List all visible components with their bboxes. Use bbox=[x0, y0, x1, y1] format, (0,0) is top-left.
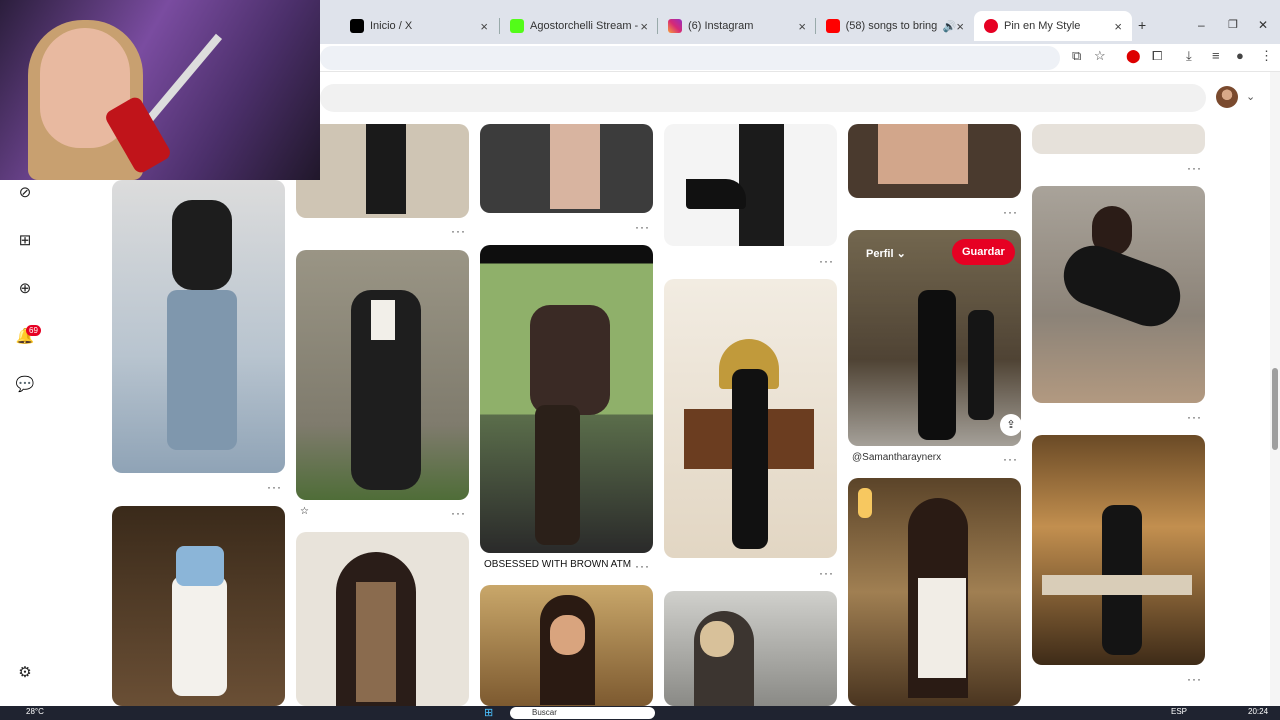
pin-image[interactable] bbox=[480, 124, 653, 213]
tab-youtube[interactable]: (58) songs to bring the bac 🔊 × bbox=[816, 11, 974, 41]
more-options-icon[interactable]: ··· bbox=[451, 224, 466, 238]
left-nav-rail: ⊘ ⊞ ⊕ 🔔 💬 ⚙ bbox=[0, 124, 50, 706]
more-options-icon[interactable]: ··· bbox=[267, 480, 282, 494]
tab-title: Inicio / X bbox=[370, 20, 413, 32]
board-label: Perfil bbox=[866, 248, 894, 260]
more-options-icon[interactable]: ··· bbox=[1187, 410, 1202, 424]
tab-x[interactable]: Inicio / X × bbox=[340, 11, 498, 41]
pin-image[interactable] bbox=[848, 478, 1021, 706]
pin-image[interactable] bbox=[848, 124, 1021, 198]
close-icon[interactable]: × bbox=[1114, 19, 1122, 34]
clock[interactable]: 20:24 bbox=[1248, 707, 1268, 716]
tab-pinterest[interactable]: Pin en My Style × bbox=[974, 11, 1132, 41]
pin-image[interactable] bbox=[296, 532, 469, 706]
scrollbar-thumb[interactable] bbox=[1272, 368, 1278, 450]
kick-logo-icon bbox=[510, 19, 524, 33]
install-app-icon[interactable]: ⧉ bbox=[1072, 48, 1081, 64]
new-tab-button[interactable]: + bbox=[1138, 17, 1146, 33]
pin-image[interactable] bbox=[112, 506, 285, 706]
more-options-icon[interactable]: ··· bbox=[1003, 205, 1018, 219]
pin-caption-star: ☆ bbox=[300, 506, 309, 517]
more-options-icon[interactable]: ··· bbox=[819, 566, 834, 580]
more-options-icon[interactable]: ··· bbox=[1187, 161, 1202, 175]
chevron-down-icon: ⌄ bbox=[896, 248, 906, 260]
minimize-button[interactable]: – bbox=[1198, 18, 1205, 32]
create-plus-icon[interactable]: ⊕ bbox=[14, 278, 36, 300]
more-options-icon[interactable]: ··· bbox=[819, 254, 834, 268]
pin-caption: OBSESSED WITH BROWN ATM bbox=[484, 559, 632, 570]
pin-image[interactable] bbox=[296, 250, 469, 500]
close-icon[interactable]: × bbox=[480, 19, 488, 34]
bookmark-star-icon[interactable]: ☆ bbox=[1094, 48, 1106, 64]
language-indicator[interactable]: ESP bbox=[1171, 707, 1187, 716]
windows-taskbar: 28°C ⊞ Buscar ESP 20:24 bbox=[0, 706, 1280, 720]
search-input[interactable] bbox=[320, 84, 1206, 112]
weather-temp: 28°C bbox=[26, 707, 44, 716]
boards-icon[interactable]: ⊞ bbox=[14, 230, 36, 252]
pin-image[interactable] bbox=[1032, 124, 1205, 154]
tab-title: (58) songs to bring the bac bbox=[845, 20, 939, 32]
download-icon[interactable]: ⤓ bbox=[1186, 48, 1192, 64]
more-options-icon[interactable]: ··· bbox=[451, 506, 466, 520]
share-icon[interactable]: ⇪ bbox=[1000, 414, 1021, 436]
tab-title: (6) Instagram bbox=[688, 20, 754, 32]
notification-badge: 69 bbox=[26, 325, 41, 336]
windows-start-icon[interactable]: ⊞ bbox=[484, 706, 493, 719]
pin-image[interactable] bbox=[664, 591, 837, 706]
instagram-logo-icon bbox=[668, 19, 682, 33]
tab-instagram[interactable]: (6) Instagram × bbox=[658, 11, 816, 41]
adblock-icon[interactable]: ⬤ bbox=[1126, 48, 1141, 64]
close-icon[interactable]: × bbox=[956, 19, 964, 34]
pin-image[interactable] bbox=[664, 279, 837, 558]
address-bar[interactable] bbox=[320, 46, 1060, 70]
more-options-icon[interactable]: ··· bbox=[635, 220, 650, 234]
profile-icon[interactable]: ● bbox=[1236, 48, 1244, 63]
pin-image[interactable] bbox=[480, 585, 653, 706]
messages-icon[interactable]: 💬 bbox=[14, 374, 36, 396]
explore-compass-icon[interactable]: ⊘ bbox=[14, 182, 36, 204]
more-options-icon[interactable]: ··· bbox=[1003, 452, 1018, 466]
pin-image[interactable] bbox=[296, 124, 469, 218]
save-button[interactable]: Guardar bbox=[952, 239, 1015, 265]
more-options-icon[interactable]: ··· bbox=[635, 559, 650, 573]
chevron-down-icon[interactable]: ⌄ bbox=[1246, 90, 1255, 103]
taskbar-search[interactable]: Buscar bbox=[510, 707, 655, 719]
avatar[interactable] bbox=[1216, 86, 1238, 108]
settings-gear-icon[interactable]: ⚙ bbox=[14, 662, 36, 684]
close-icon[interactable]: × bbox=[798, 19, 806, 34]
restore-button[interactable]: ❐ bbox=[1228, 18, 1238, 31]
board-select-dropdown[interactable]: Perfil ⌄ bbox=[856, 241, 916, 266]
extensions-icon[interactable]: ⧠ bbox=[1152, 48, 1162, 64]
pin-image[interactable] bbox=[480, 245, 653, 553]
tab-title: Agostorchelli Stream - Watch l bbox=[530, 20, 640, 32]
tab-title: Pin en My Style bbox=[1004, 20, 1081, 32]
webcam-overlay bbox=[0, 0, 320, 180]
pinterest-logo-icon bbox=[984, 19, 998, 33]
pin-image[interactable] bbox=[112, 180, 285, 473]
pin-image[interactable] bbox=[664, 124, 837, 246]
taskbar-search-label: Buscar bbox=[532, 708, 557, 717]
youtube-logo-icon bbox=[826, 19, 840, 33]
pin-author[interactable]: @Samantharaynerx bbox=[852, 452, 941, 463]
media-control-icon[interactable]: ≡ bbox=[1212, 48, 1220, 63]
x-logo-icon bbox=[350, 19, 364, 33]
pin-image[interactable] bbox=[1032, 435, 1205, 665]
close-window-button[interactable]: ✕ bbox=[1258, 18, 1268, 32]
pin-image[interactable] bbox=[1032, 186, 1205, 403]
more-options-icon[interactable]: ··· bbox=[1187, 672, 1202, 686]
tab-kick[interactable]: Agostorchelli Stream - Watch l × bbox=[500, 11, 658, 41]
speaker-icon[interactable]: 🔊 bbox=[943, 20, 957, 33]
menu-icon[interactable]: ⋮ bbox=[1260, 48, 1273, 64]
close-icon[interactable]: × bbox=[640, 19, 648, 34]
